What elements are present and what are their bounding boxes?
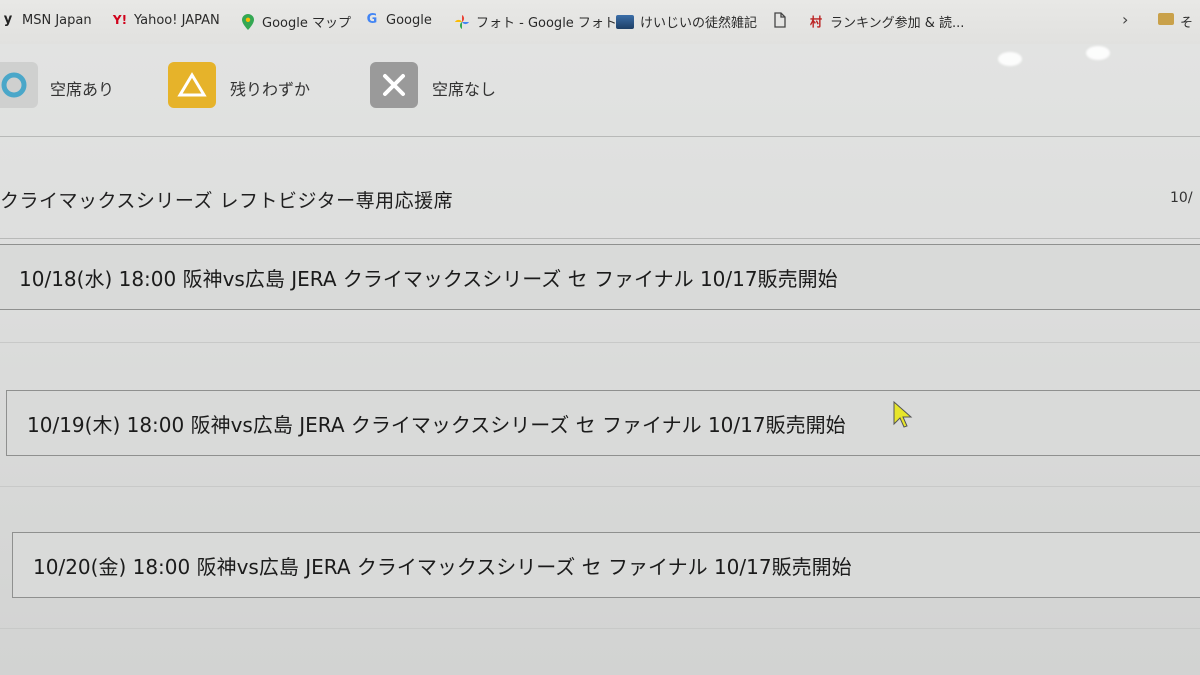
bookmark-label: Google マップ bbox=[262, 16, 351, 31]
folder-label[interactable]: そ bbox=[1180, 12, 1193, 31]
document-icon bbox=[772, 12, 788, 28]
section-date: 10/ bbox=[1170, 190, 1193, 206]
divider bbox=[0, 628, 1200, 629]
bookmark-label: フォト - Google フォト bbox=[476, 16, 617, 31]
event-label: 10/18(水) 18:00 阪神vs広島 JERA クライマックスシリーズ セ… bbox=[19, 266, 838, 291]
bookmark-ranking[interactable]: 村 ランキング参加 & 読... bbox=[808, 12, 965, 32]
bookmark-document[interactable] bbox=[772, 12, 794, 28]
photos-pinwheel-icon bbox=[454, 14, 470, 30]
event-label: 10/19(木) 18:00 阪神vs広島 JERA クライマックスシリーズ セ… bbox=[27, 412, 846, 437]
available-icon-box bbox=[0, 62, 38, 108]
msn-icon: y bbox=[3, 12, 13, 27]
cross-icon bbox=[383, 74, 405, 96]
legend-few-left: 残りわずか bbox=[230, 80, 311, 99]
divider bbox=[0, 342, 1200, 343]
yahoo-icon: Y! bbox=[112, 13, 128, 27]
availability-legend: 空席あり 残りわずか 空席なし bbox=[0, 56, 1200, 116]
bookmark-google-maps[interactable]: Google マップ bbox=[240, 12, 351, 31]
maps-pin-icon bbox=[240, 13, 256, 30]
bookmark-google[interactable]: G Google bbox=[364, 12, 432, 28]
legend-sold-out: 空席なし bbox=[432, 80, 497, 99]
few-left-icon-box bbox=[168, 62, 216, 108]
triangle-icon bbox=[177, 72, 207, 97]
folder-icon[interactable] bbox=[1158, 13, 1174, 25]
legend-available: 空席あり bbox=[50, 80, 115, 99]
circle-icon bbox=[1, 72, 27, 98]
google-g-icon: G bbox=[366, 12, 378, 27]
sold-out-icon-box bbox=[370, 62, 418, 108]
section-title: クライマックスシリーズ レフトビジター専用応援席 bbox=[0, 190, 454, 212]
bookmark-label: MSN Japan bbox=[22, 12, 92, 28]
bookmark-blog[interactable]: けいじいの徒然雑記 bbox=[616, 12, 757, 31]
chevron-right-icon[interactable]: › bbox=[1122, 10, 1128, 29]
screen-glare bbox=[998, 52, 1022, 66]
bookmarks-bar: y MSN Japan Y! Yahoo! JAPAN Google マップ G… bbox=[0, 0, 1200, 44]
divider bbox=[0, 136, 1200, 137]
divider bbox=[0, 486, 1200, 487]
bookmark-label: Google bbox=[386, 12, 432, 28]
bookmark-label: ランキング参加 & 読... bbox=[830, 16, 965, 31]
event-row-1019[interactable]: 10/19(木) 18:00 阪神vs広島 JERA クライマックスシリーズ セ… bbox=[6, 390, 1200, 456]
bookmark-msn-japan[interactable]: y MSN Japan bbox=[0, 12, 92, 28]
screen-glare bbox=[1086, 46, 1110, 60]
mouse-cursor-icon bbox=[893, 400, 913, 428]
bookmark-label: Yahoo! JAPAN bbox=[134, 12, 220, 28]
divider bbox=[0, 238, 1200, 239]
mura-icon: 村 bbox=[809, 14, 822, 29]
bookmark-label: けいじいの徒然雑記 bbox=[640, 16, 758, 31]
bookmark-yahoo-japan[interactable]: Y! Yahoo! JAPAN bbox=[112, 12, 220, 28]
event-row-1018[interactable]: 10/18(水) 18:00 阪神vs広島 JERA クライマックスシリーズ セ… bbox=[0, 244, 1200, 310]
bookmark-google-photos[interactable]: フォト - Google フォト bbox=[454, 12, 617, 31]
event-row-1020[interactable]: 10/20(金) 18:00 阪神vs広島 JERA クライマックスシリーズ セ… bbox=[12, 532, 1200, 598]
event-label: 10/20(金) 18:00 阪神vs広島 JERA クライマックスシリーズ セ… bbox=[33, 554, 852, 579]
blog-thumbnail-icon bbox=[616, 14, 634, 29]
